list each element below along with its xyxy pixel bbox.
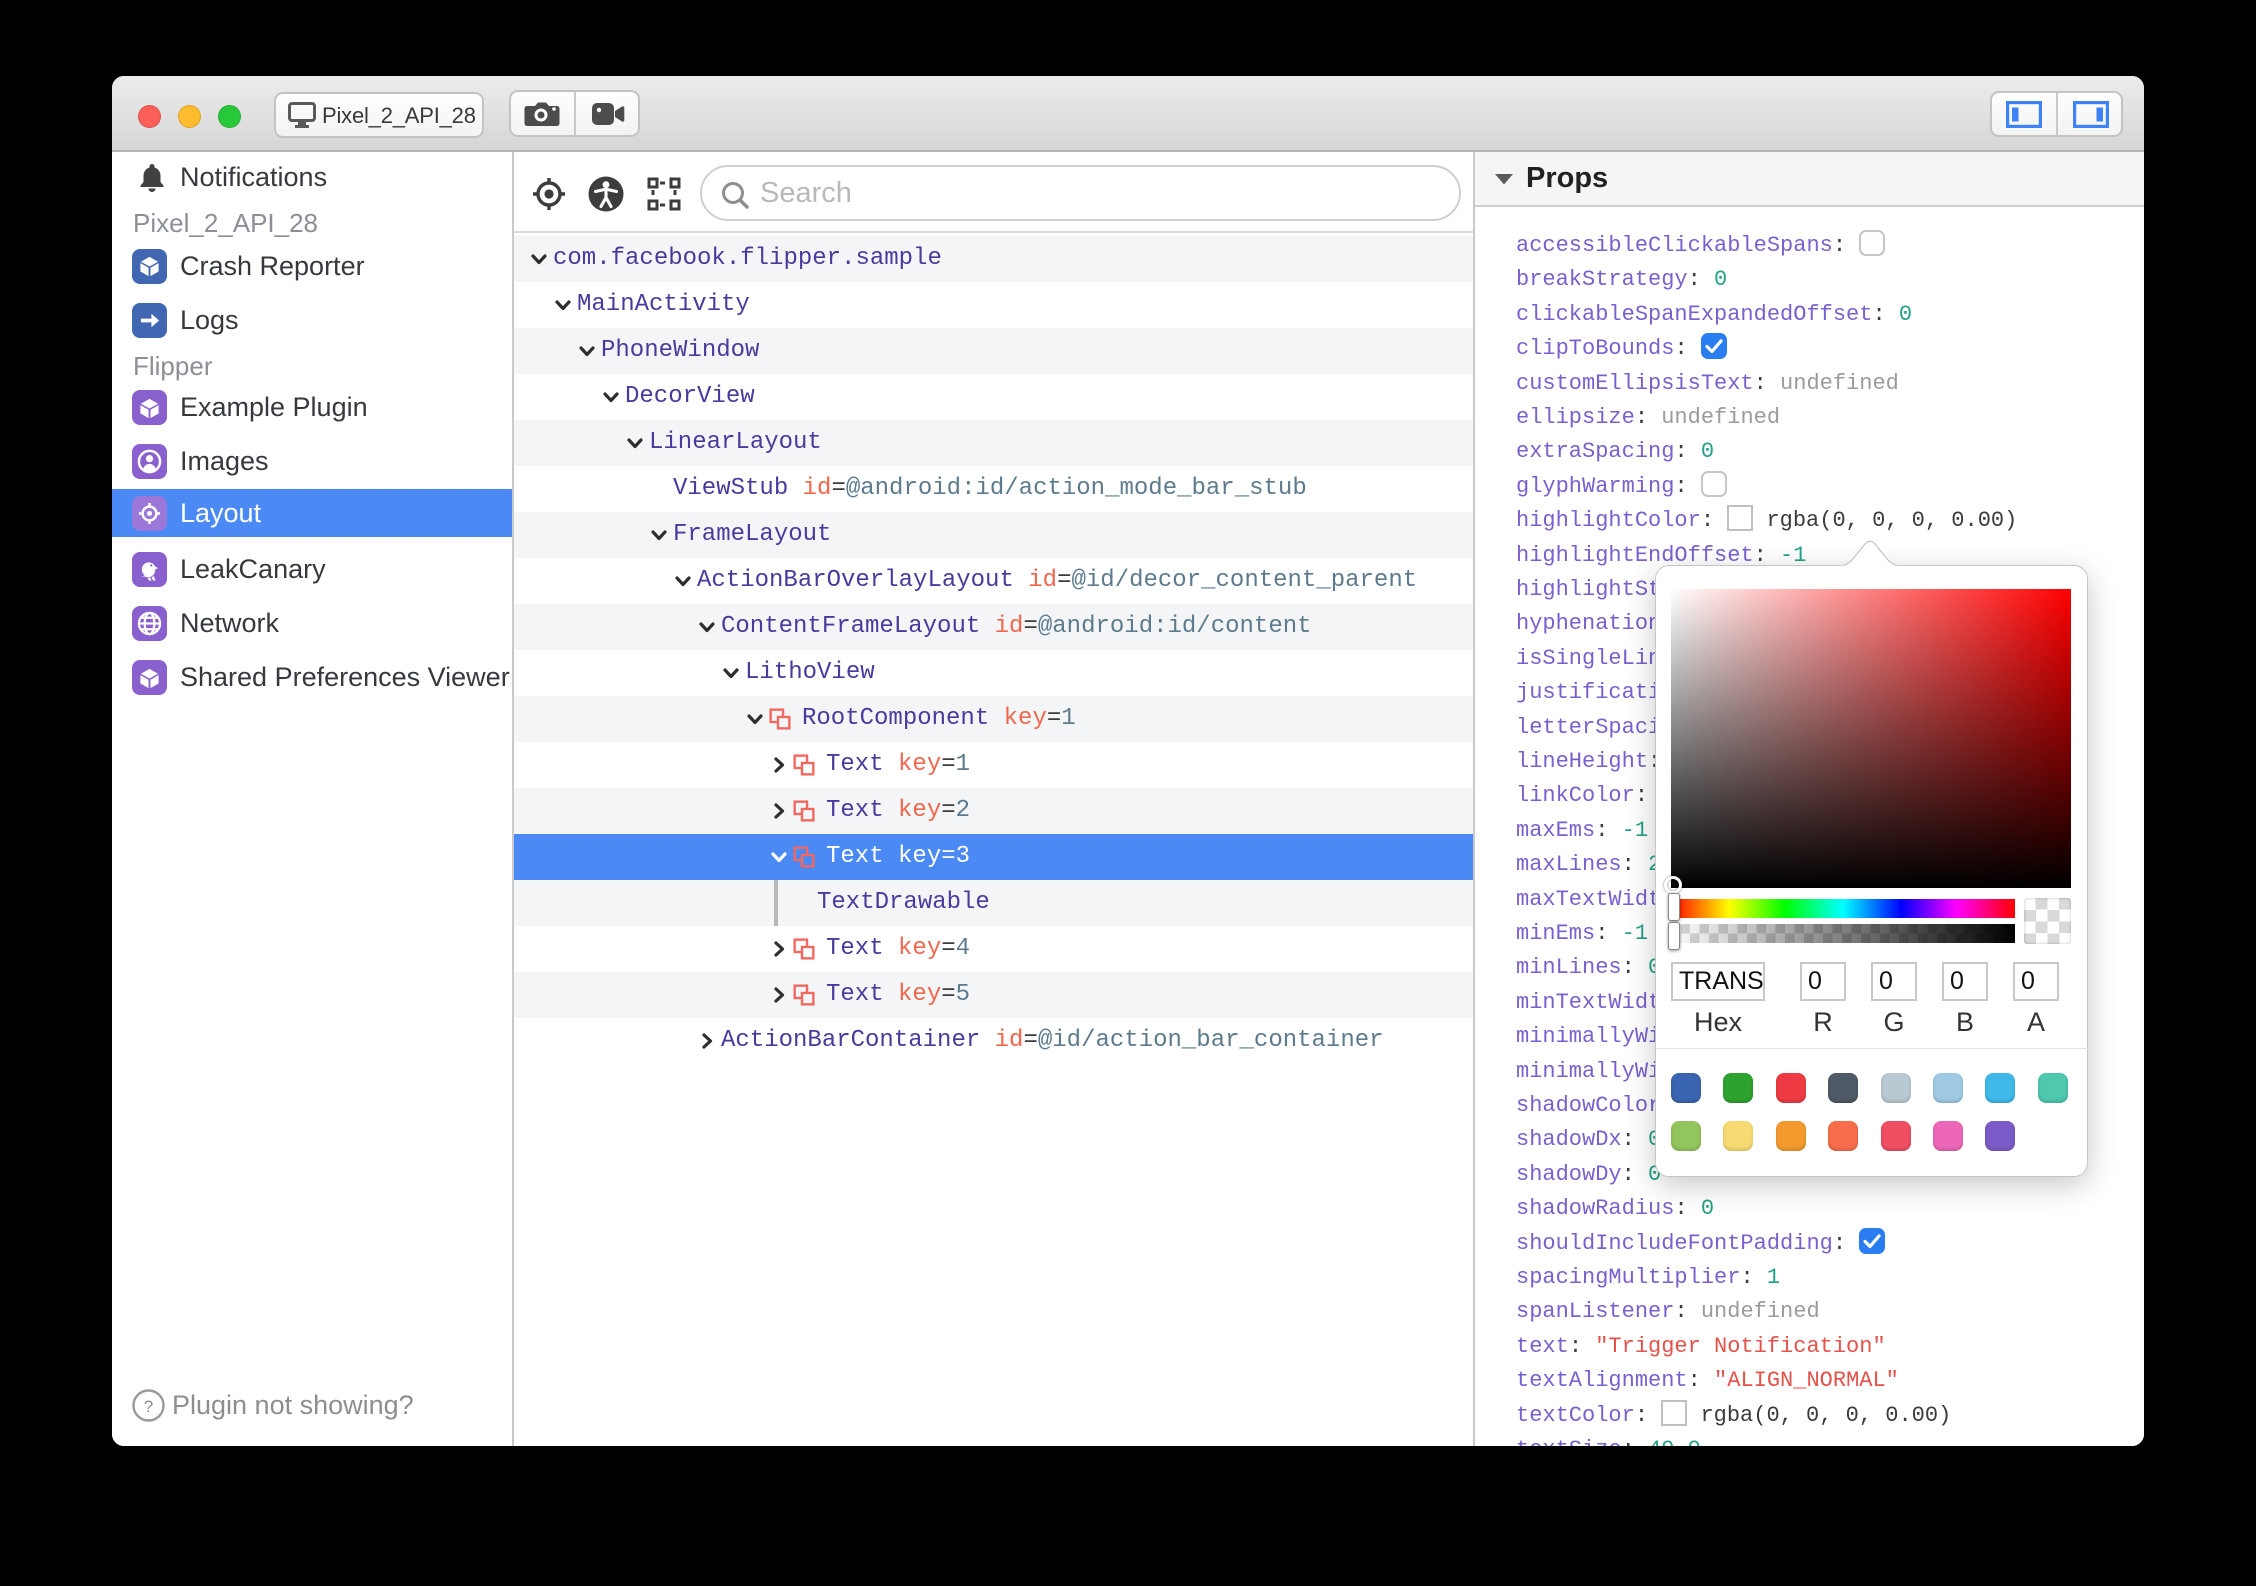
svg-text:?: ? xyxy=(144,1397,153,1416)
